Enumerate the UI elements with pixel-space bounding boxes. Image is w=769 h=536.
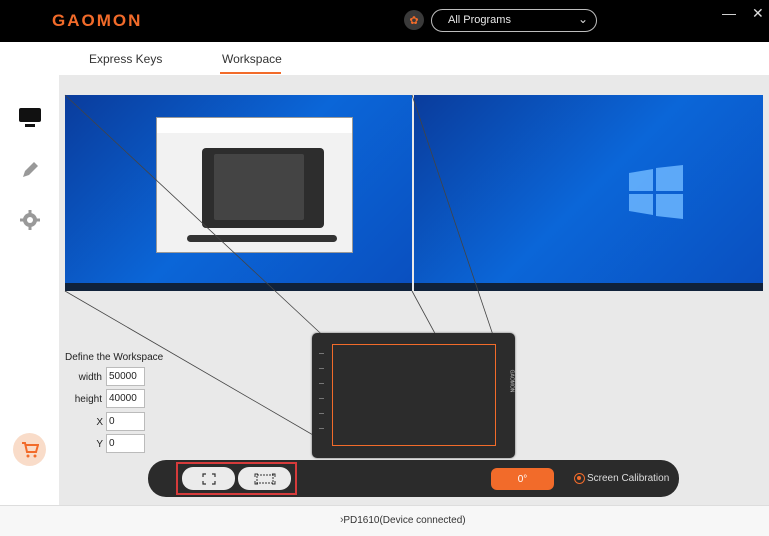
expand-icon xyxy=(201,472,216,485)
y-input[interactable] xyxy=(106,434,145,453)
active-area[interactable] xyxy=(332,344,496,446)
width-input[interactable] xyxy=(106,367,145,386)
height-label: height xyxy=(74,394,102,405)
screen-calibration-label[interactable]: Screen Calibration xyxy=(587,473,669,484)
x-input[interactable] xyxy=(106,412,145,431)
status-bar: › PD1610(Device connected) xyxy=(0,505,769,536)
screen-calibration-radio[interactable] xyxy=(574,473,585,484)
height-input[interactable] xyxy=(106,389,145,408)
ratio-icon xyxy=(254,473,275,484)
full-area-button[interactable] xyxy=(182,467,235,490)
tablet-brand: GAOMON xyxy=(508,369,515,393)
width-label: width xyxy=(78,372,102,383)
tablet-preview: GAOMON xyxy=(312,333,515,458)
device-status: PD1610(Device connected) xyxy=(343,515,466,526)
define-workspace-title: Define the Workspace xyxy=(65,352,164,363)
x-label: X xyxy=(96,417,103,428)
rotation-button[interactable]: 0° xyxy=(491,468,554,490)
proportion-button[interactable] xyxy=(238,467,291,490)
y-label: Y xyxy=(96,439,103,450)
